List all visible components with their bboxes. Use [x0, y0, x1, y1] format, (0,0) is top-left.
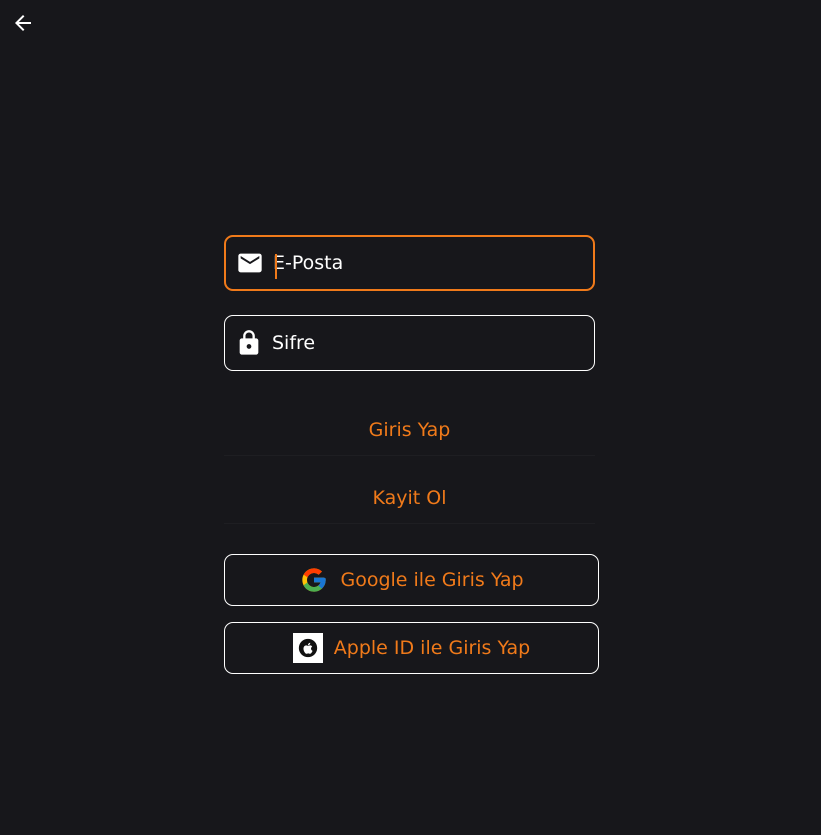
lock-icon	[235, 329, 263, 357]
login-screen: Giris Yap Kayit Ol Google ile Giris Yap …	[0, 0, 821, 835]
login-button-label: Giris Yap	[368, 419, 451, 441]
text-cursor	[275, 254, 277, 279]
apple-login-button[interactable]: Apple ID ile Giris Yap	[224, 622, 599, 674]
apple-icon	[292, 633, 323, 663]
email-input[interactable]	[273, 248, 583, 278]
email-field[interactable]	[224, 235, 595, 291]
mail-icon	[236, 249, 264, 277]
google-icon	[299, 565, 329, 595]
arrow-left-icon	[15, 15, 31, 31]
apple-login-label: Apple ID ile Giris Yap	[333, 637, 531, 659]
register-button[interactable]: Kayit Ol	[224, 473, 595, 524]
google-login-button[interactable]: Google ile Giris Yap	[224, 554, 599, 606]
login-button[interactable]: Giris Yap	[224, 405, 595, 456]
register-button-label: Kayit Ol	[372, 487, 447, 509]
google-login-label: Google ile Giris Yap	[340, 569, 524, 591]
password-field[interactable]	[224, 315, 595, 371]
password-input[interactable]	[272, 328, 584, 358]
back-button[interactable]	[8, 8, 38, 38]
